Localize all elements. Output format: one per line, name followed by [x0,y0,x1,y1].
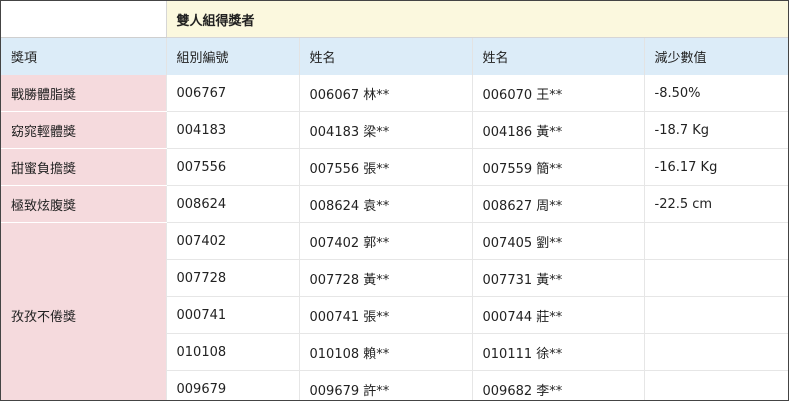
group-id-cell: 009679 [165,370,299,400]
reduction-cell [643,222,788,260]
group-id-cell: 004183 [165,111,299,149]
header-name-2: 姓名 [471,37,644,75]
reduction-cell: -16.17 Kg [643,148,788,186]
table-row: 戰勝體脂獎 006767 006067 林** 006070 王** -8.50% [1,75,788,112]
group-id-cell: 006767 [165,75,299,112]
name-2-cell: 000744 莊** [471,296,644,334]
award-cell: 極致炫腹獎 [1,185,166,223]
award-cell: 窈窕輕體獎 [1,111,166,149]
group-id-cell: 007728 [165,259,299,297]
table-title: 雙人組得獎者 [165,1,788,38]
header-award: 獎項 [1,37,166,75]
name-2-cell: 006070 王** [471,75,644,112]
name-2-cell: 007731 黃** [471,259,644,297]
blank-corner-cell [1,1,166,38]
award-cell: 戰勝體脂獎 [1,75,166,112]
winners-table: 雙人組得獎者 獎項 組別編號 姓名 姓名 減少數值 戰勝體脂獎 006767 006… [1,1,788,400]
name-2-cell: 007559 簡** [471,148,644,186]
table-row: 孜孜不倦獎 007402 007402 郭** 007405 劉** [1,222,788,400]
name-2-cell: 009682 李** [471,370,644,400]
name-1-cell: 007728 黃** [298,259,472,297]
name-1-cell: 006067 林** [298,75,472,112]
winners-table-frame: 雙人組得獎者 獎項 組別編號 姓名 姓名 減少數值 戰勝體脂獎 006767 006… [0,0,789,401]
table-row: 窈窕輕體獎 004183 004183 梁** 004186 黃** -18.7 Kg [1,111,788,149]
table-title-row: 雙人組得獎者 [1,1,788,38]
reduction-cell: -8.50% [643,75,788,112]
reduction-cell: -18.7 Kg [643,111,788,149]
name-1-cell: 008624 袁** [298,185,472,223]
group-id-cell: 007402 [165,222,299,260]
award-cell-merged: 孜孜不倦獎 [1,222,166,400]
name-2-cell: 004186 黃** [471,111,644,149]
reduction-cell [643,259,788,297]
header-group-id: 組別編號 [165,37,299,75]
header-name-1: 姓名 [298,37,472,75]
header-reduction: 減少數值 [643,37,788,75]
name-2-cell: 008627 周** [471,185,644,223]
group-id-cell: 010108 [165,333,299,371]
group-id-cell: 000741 [165,296,299,334]
name-1-cell: 004183 梁** [298,111,472,149]
table-row: 極致炫腹獎 008624 008624 袁** 008627 周** -22.5 cm [1,185,788,223]
reduction-cell [643,370,788,400]
name-1-cell: 009679 許** [298,370,472,400]
name-1-cell: 007556 張** [298,148,472,186]
name-2-cell: 010111 徐** [471,333,644,371]
table-row: 甜蜜負擔獎 007556 007556 張** 007559 簡** -16.17 Kg [1,148,788,186]
name-1-cell: 007402 郭** [298,222,472,260]
reduction-cell [643,333,788,371]
name-1-cell: 000741 張** [298,296,472,334]
group-id-cell: 007556 [165,148,299,186]
reduction-cell: -22.5 cm [643,185,788,223]
table-header-row: 獎項 組別編號 姓名 姓名 減少數值 [1,37,788,75]
name-1-cell: 010108 賴** [298,333,472,371]
award-cell: 甜蜜負擔獎 [1,148,166,186]
name-2-cell: 007405 劉** [471,222,644,260]
reduction-cell [643,296,788,334]
group-id-cell: 008624 [165,185,299,223]
